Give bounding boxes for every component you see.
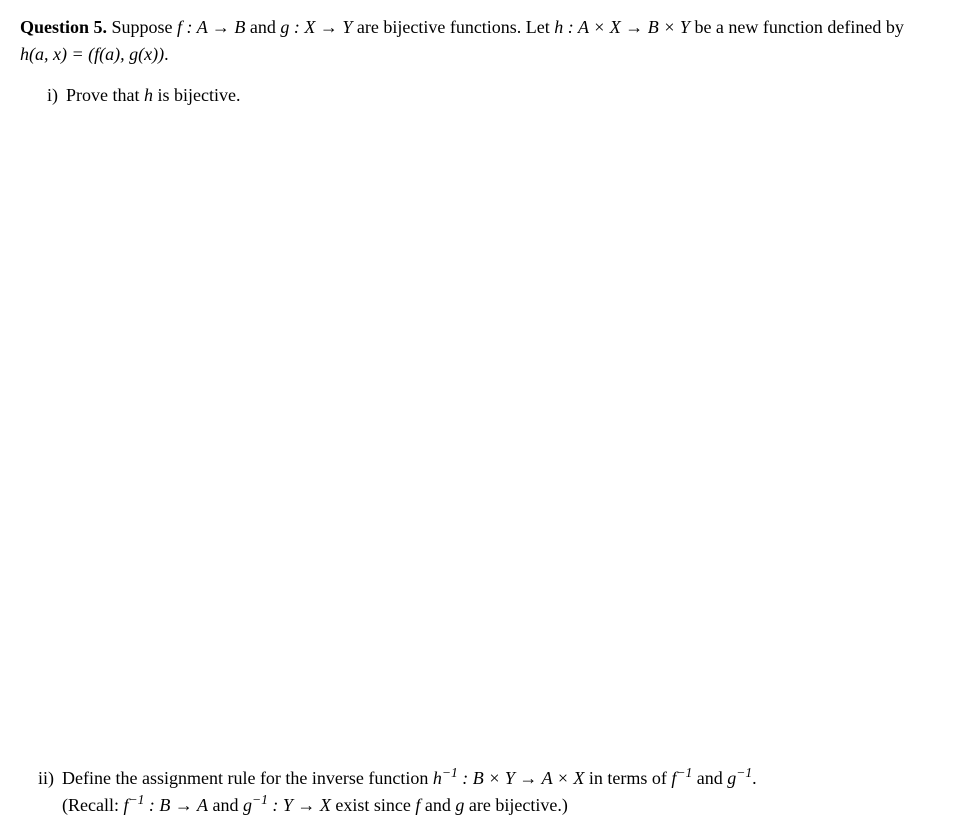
part-i: i) Prove that h is bijective. bbox=[30, 82, 936, 109]
math-sup: −1 bbox=[252, 792, 268, 807]
part-ii-item: ii) Define the assignment rule for the i… bbox=[26, 765, 936, 819]
part-ii-line1: Define the assignment rule for the inver… bbox=[62, 765, 936, 792]
math-finv2: f−1 : B → A bbox=[123, 795, 208, 815]
text: and bbox=[208, 795, 243, 815]
part-ii: ii) Define the assignment rule for the i… bbox=[26, 765, 936, 819]
text: and bbox=[420, 795, 455, 815]
math-sup: −1 bbox=[676, 765, 692, 780]
text: Prove that bbox=[66, 85, 144, 105]
part-ii-content: Define the assignment rule for the inver… bbox=[62, 765, 936, 819]
question-number: Question 5. bbox=[20, 17, 107, 37]
text: and bbox=[245, 17, 280, 37]
text: in terms of bbox=[584, 768, 671, 788]
math-var: h bbox=[433, 768, 442, 788]
math-map: : B → A bbox=[144, 795, 208, 815]
text: (Recall: bbox=[62, 795, 123, 815]
question-header: Question 5. Suppose f : A → B and g : X … bbox=[20, 14, 936, 68]
parts-list: i) Prove that h is bijective. bbox=[30, 82, 936, 109]
math-hdef: h(a, x) = (f(a), g(x)) bbox=[20, 44, 164, 64]
math-f: f : A → B bbox=[177, 17, 245, 37]
part-ii-line2: (Recall: f−1 : B → A and g−1 : Y → X exi… bbox=[62, 792, 936, 819]
math-h: h : A × X → B × Y bbox=[554, 17, 690, 37]
text: Suppose bbox=[112, 17, 178, 37]
text: exist since bbox=[331, 795, 415, 815]
part-i-label: i) bbox=[30, 82, 58, 109]
math-hinv: h−1 : B × Y → A × X bbox=[433, 768, 585, 788]
text: is bijective. bbox=[153, 85, 240, 105]
text: Define the assignment rule for the inver… bbox=[62, 768, 433, 788]
text: be a new function defined by bbox=[690, 17, 904, 37]
math-finv: f−1 bbox=[671, 768, 692, 788]
question-body: Suppose f : A → B and g : X → Y are bije… bbox=[20, 17, 904, 64]
text: . bbox=[752, 768, 757, 788]
part-i-content: Prove that h is bijective. bbox=[66, 82, 936, 109]
part-ii-label: ii) bbox=[26, 765, 54, 792]
math-map: : B × Y → A × X bbox=[458, 768, 585, 788]
math-sup: −1 bbox=[736, 765, 752, 780]
math-var: g bbox=[727, 768, 736, 788]
math-h: h bbox=[144, 85, 153, 105]
math-var: g bbox=[243, 795, 252, 815]
math-ginv2: g−1 : Y → X bbox=[243, 795, 331, 815]
text: . bbox=[164, 44, 169, 64]
math-sup: −1 bbox=[442, 765, 458, 780]
math-map: : Y → X bbox=[268, 795, 331, 815]
text: are bijective.) bbox=[464, 795, 567, 815]
text: are bijective functions. Let bbox=[352, 17, 554, 37]
math-ginv: g−1 bbox=[727, 768, 752, 788]
math-sup: −1 bbox=[129, 792, 145, 807]
math-g: g : X → Y bbox=[280, 17, 352, 37]
text: and bbox=[692, 768, 727, 788]
